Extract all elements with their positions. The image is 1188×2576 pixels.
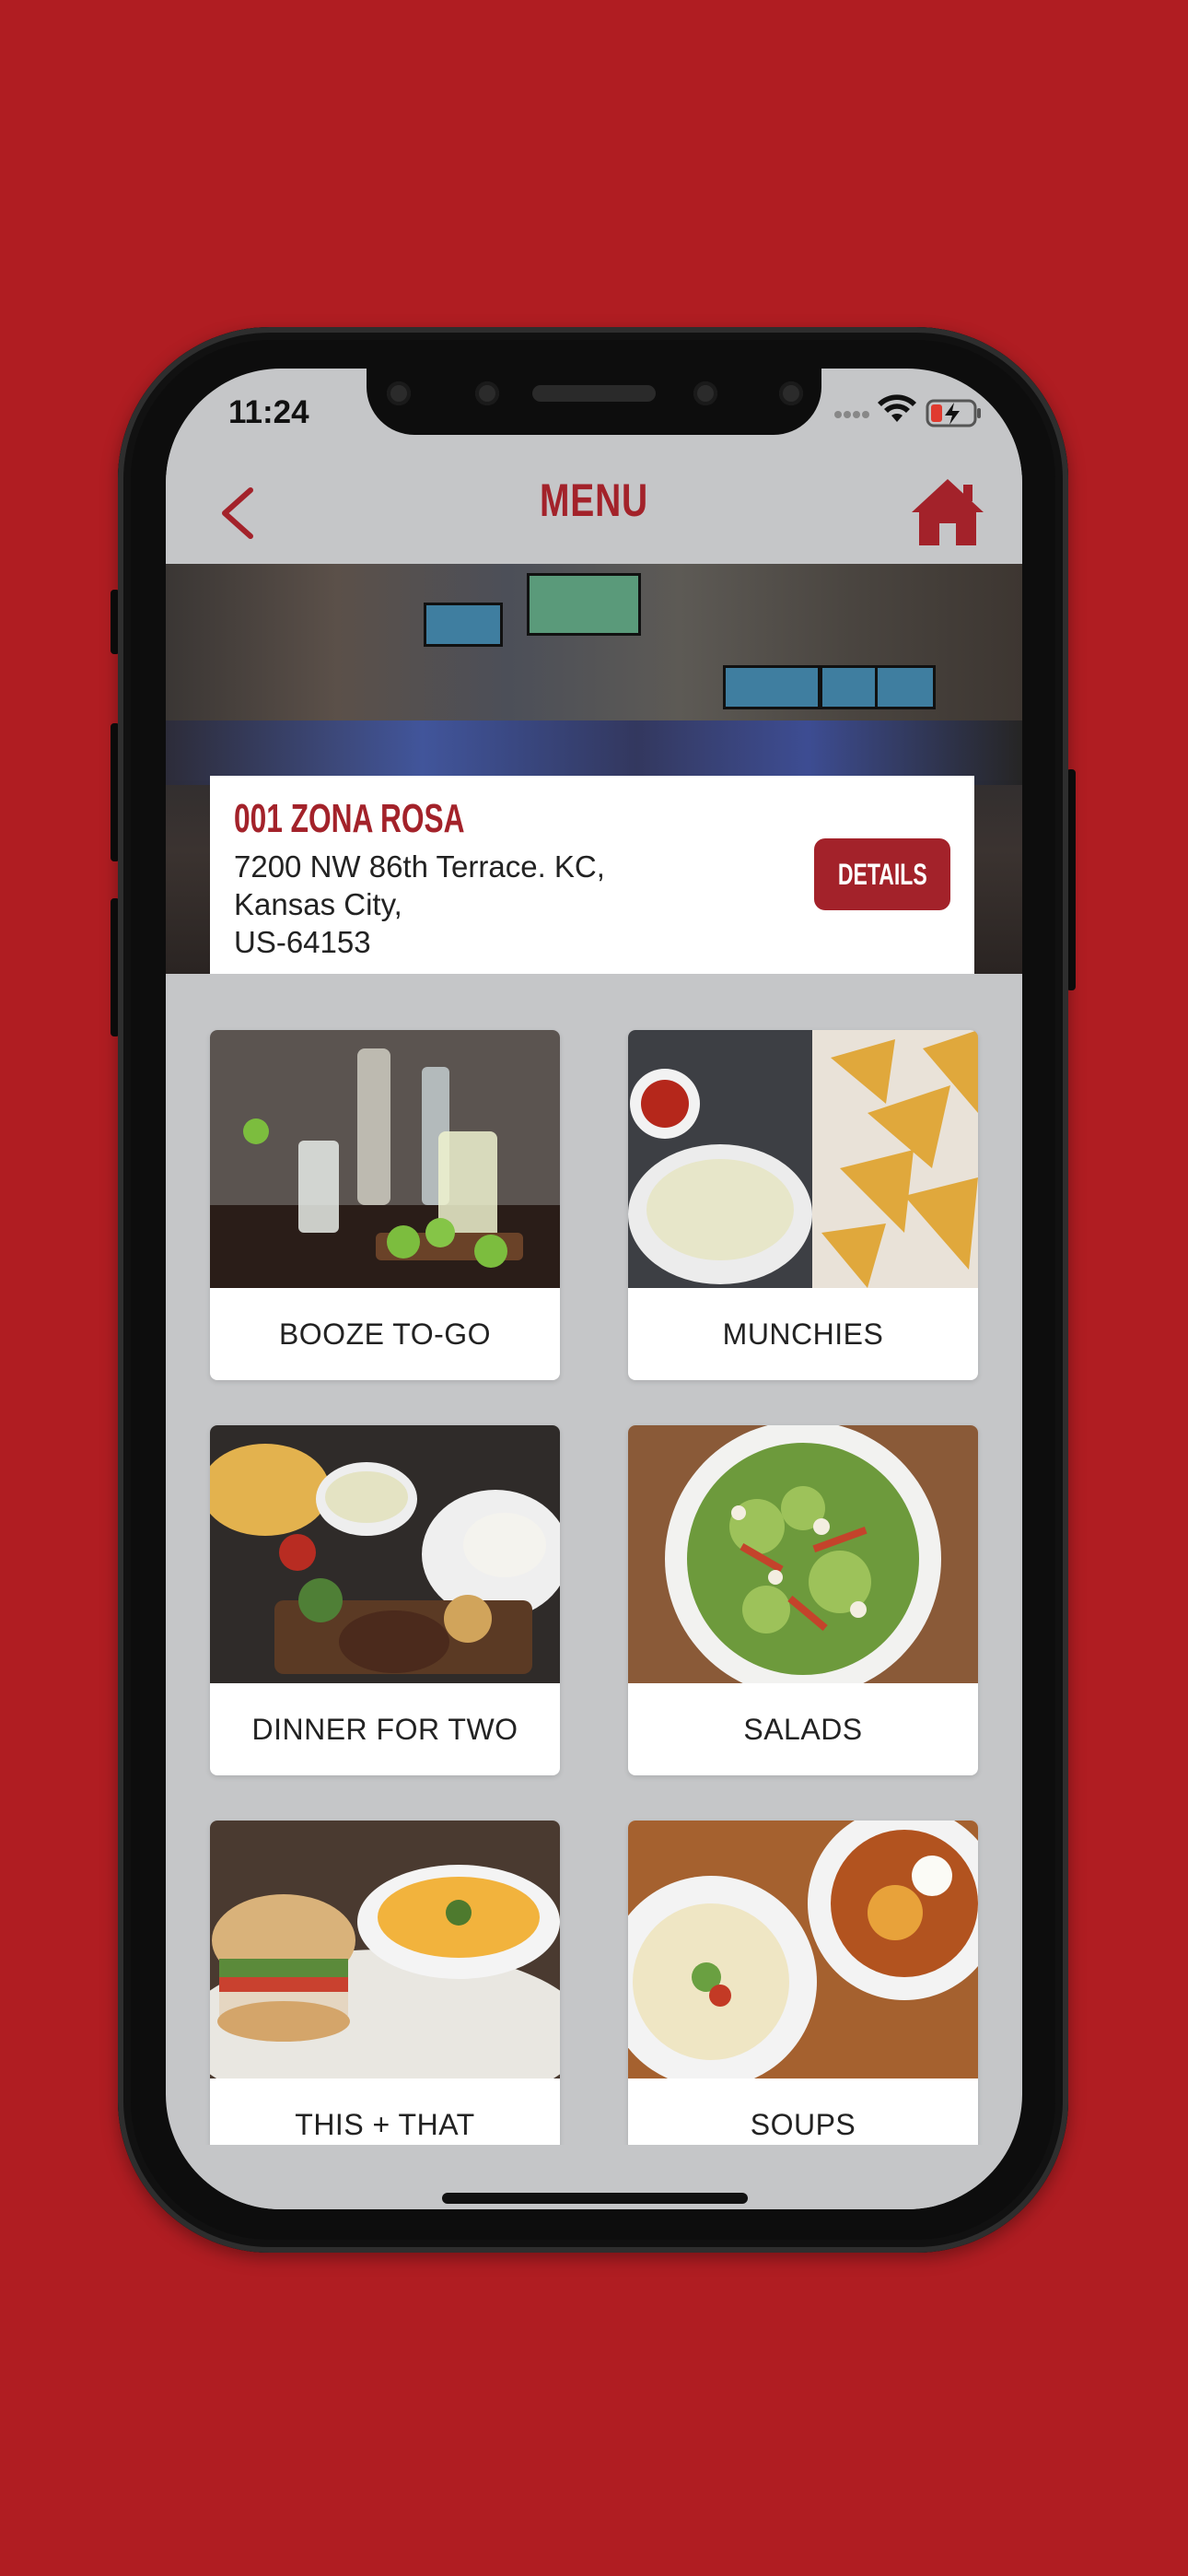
category-label: BOOZE TO-GO bbox=[278, 1317, 492, 1351]
category-munchies[interactable]: MUNCHIES bbox=[628, 1030, 978, 1380]
category-soups[interactable]: SOUPS bbox=[628, 1821, 978, 2171]
details-button-label: DETAILS bbox=[837, 857, 927, 891]
store-info-card: 001 ZONA ROSA 7200 NW 86th Terrace. KC, … bbox=[210, 776, 974, 974]
wifi-icon bbox=[878, 394, 916, 422]
status-time: 11:24 bbox=[228, 394, 309, 430]
category-booze-to-go[interactable]: BOOZE TO-GO bbox=[210, 1030, 560, 1380]
phone-screen: 11:24 MENU 001 ZONA ROSA 7200 NW 86th Te… bbox=[166, 369, 1022, 2209]
soups-photo bbox=[628, 1821, 978, 2078]
back-button[interactable] bbox=[212, 481, 267, 545]
notch bbox=[367, 369, 821, 435]
details-button[interactable]: DETAILS bbox=[814, 838, 950, 910]
booze-photo bbox=[210, 1030, 560, 1288]
status-icons bbox=[833, 394, 989, 431]
store-address-line2: Kansas City, bbox=[234, 887, 402, 921]
chevron-left-icon bbox=[222, 487, 253, 539]
store-hero: 001 ZONA ROSA 7200 NW 86th Terrace. KC, … bbox=[166, 564, 1022, 974]
home-button[interactable] bbox=[910, 475, 985, 549]
category-this-plus-that[interactable]: THIS + THAT bbox=[210, 1821, 560, 2171]
category-label: MUNCHIES bbox=[722, 1317, 884, 1351]
this-plus-that-photo bbox=[210, 1821, 560, 2078]
home-indicator[interactable] bbox=[442, 2193, 748, 2204]
store-name: 001 ZONA ROSA bbox=[234, 796, 465, 841]
category-salads[interactable]: SALADS bbox=[628, 1425, 978, 1775]
signal-icon bbox=[834, 411, 869, 418]
salads-photo bbox=[628, 1425, 978, 1683]
page-title: MENU bbox=[540, 474, 648, 526]
category-dinner-for-two[interactable]: DINNER FOR TWO bbox=[210, 1425, 560, 1775]
category-label: SALADS bbox=[743, 1712, 863, 1746]
home-icon bbox=[912, 479, 984, 545]
dinner-for-two-photo bbox=[210, 1425, 560, 1683]
munchies-photo bbox=[628, 1030, 978, 1288]
store-address-line3: US-64153 bbox=[234, 925, 371, 959]
store-address-line1: 7200 NW 86th Terrace. KC, bbox=[234, 849, 605, 884]
battery-charging-icon bbox=[926, 399, 981, 427]
earpiece-speaker bbox=[532, 385, 656, 402]
nav-header: MENU bbox=[166, 435, 1022, 564]
category-label: DINNER FOR TWO bbox=[251, 1712, 518, 1746]
